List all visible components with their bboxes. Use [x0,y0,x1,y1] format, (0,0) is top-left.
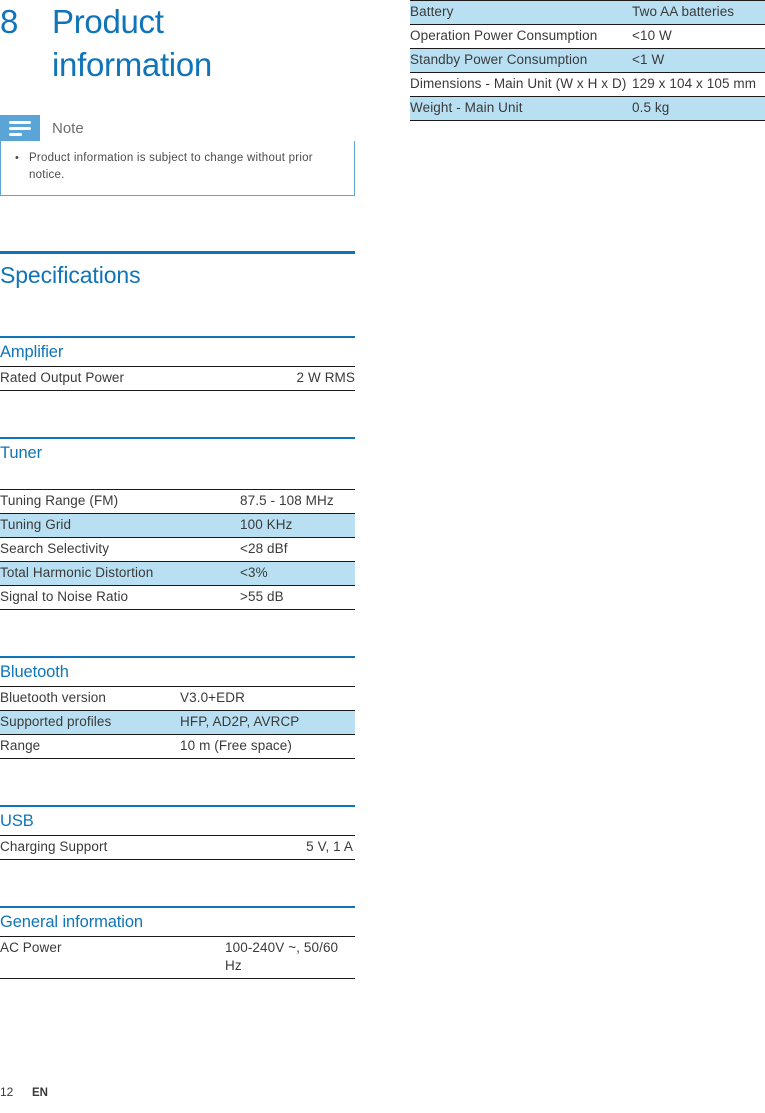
row-value: 0.5 kg [632,96,765,121]
row-value: <28 dBf [240,537,355,562]
row-key: Tuning Grid [0,513,240,538]
note-lines-icon [0,115,40,141]
section-title-tuner: Tuner [0,444,42,462]
row-key: Total Harmonic Distortion [0,561,240,586]
chapter-title: Product information [52,3,212,83]
table-usb: Charging Support 5 V, 1 A [0,835,355,860]
table-row: Supported profiles HFP, AD2P, AVRCP [0,710,355,735]
section-general-information: General information AC Power 100-240V ~,… [0,906,355,979]
manual-page: 8 Product information Note • Product inf… [0,0,765,1113]
row-key: Signal to Noise Ratio [0,585,240,610]
row-value: V3.0+EDR [180,686,355,711]
table-row: Weight - Main Unit 0.5 kg [410,96,765,121]
row-key: Search Selectivity [0,537,240,562]
page-number: 12 [0,1085,14,1099]
row-value: 129 x 104 x 105 mm [632,72,765,97]
row-key: Charging Support [0,835,225,860]
row-key: Weight - Main Unit [410,96,632,121]
row-value: HFP, AD2P, AVRCP [180,710,355,735]
row-value: 2 W RMS [225,366,355,391]
row-key: Battery [410,0,632,25]
row-key: AC Power [0,936,225,979]
row-key: Range [0,734,180,759]
row-value: 100-240V ~, 50/60 Hz [225,936,355,979]
table-row: Dimensions - Main Unit (W x H x D) 129 x… [410,72,765,97]
table-row: Search Selectivity <28 dBf [0,537,355,562]
row-key: Bluetooth version [0,686,180,711]
table-general-information: AC Power 100-240V ~, 50/60 Hz [0,936,355,979]
row-value: <10 W [632,24,765,49]
table-bluetooth: Bluetooth version V3.0+EDR Supported pro… [0,686,355,759]
section-title-usb: USB [0,812,34,830]
specifications-heading: Specifications [0,262,141,288]
table-row: Total Harmonic Distortion <3% [0,561,355,586]
section-title-general-information: General information [0,913,144,931]
note-item-text: Product information is subject to change… [29,152,313,181]
row-key: Operation Power Consumption [410,24,632,49]
row-value: <3% [240,561,355,586]
language-code: EN [32,1087,48,1099]
bullet-icon: • [15,152,19,164]
table-row: Operation Power Consumption <10 W [410,24,765,49]
section-bluetooth: Bluetooth Bluetooth version V3.0+EDR Sup… [0,656,355,759]
table-general-information-continued: Battery Two AA batteries Operation Power… [410,0,765,121]
section-title-bluetooth: Bluetooth [0,663,69,681]
table-row: Tuning Range (FM) 87.5 - 108 MHz [0,489,355,514]
table-row: AC Power 100-240V ~, 50/60 Hz [0,936,355,979]
table-amplifier: Rated Output Power 2 W RMS [0,366,355,391]
row-value: <1 W [632,48,765,73]
table-row: Charging Support 5 V, 1 A [0,835,355,860]
section-title-amplifier: Amplifier [0,343,64,361]
left-column: 8 Product information Note • Product inf… [0,0,355,979]
note-list-item: • Product information is subject to chan… [15,150,340,184]
table-row: Signal to Noise Ratio >55 dB [0,585,355,610]
row-value: 5 V, 1 A [225,835,355,860]
row-key: Tuning Range (FM) [0,489,240,514]
chapter-number: 8 [0,3,19,40]
table-row: Battery Two AA batteries [410,0,765,25]
table-row: Standby Power Consumption <1 W [410,48,765,73]
row-key: Dimensions - Main Unit (W x H x D) [410,72,632,97]
chapter-heading: 8 Product information [0,0,355,86]
row-value-text: 5 V, 1 A [306,839,353,854]
table-row: Range 10 m (Free space) [0,734,355,759]
row-value: Two AA batteries [632,0,765,25]
note-header: Note [0,115,355,141]
row-value: 10 m (Free space) [180,734,355,759]
table-row: Bluetooth version V3.0+EDR [0,686,355,711]
page-footer: 12 EN [0,1085,48,1099]
note-body: • Product information is subject to chan… [0,141,355,196]
row-key: Standby Power Consumption [410,48,632,73]
row-key: Rated Output Power [0,366,225,391]
section-tuner: Tuner Tuning Range (FM) 87.5 - 108 MHz T… [0,437,355,610]
note-label: Note [52,119,84,137]
section-amplifier: Amplifier Rated Output Power 2 W RMS [0,336,355,391]
table-row: Rated Output Power 2 W RMS [0,366,355,391]
row-value: >55 dB [240,585,355,610]
right-column: Battery Two AA batteries Operation Power… [410,0,765,121]
note-callout: Note • Product information is subject to… [0,115,355,196]
table-row: Tuning Grid 100 KHz [0,513,355,538]
table-tuner: Tuning Range (FM) 87.5 - 108 MHz Tuning … [0,489,355,610]
row-key: Supported profiles [0,710,180,735]
section-usb: USB Charging Support 5 V, 1 A [0,805,355,860]
row-value: 100 KHz [240,513,355,538]
row-value: 87.5 - 108 MHz [240,489,355,514]
